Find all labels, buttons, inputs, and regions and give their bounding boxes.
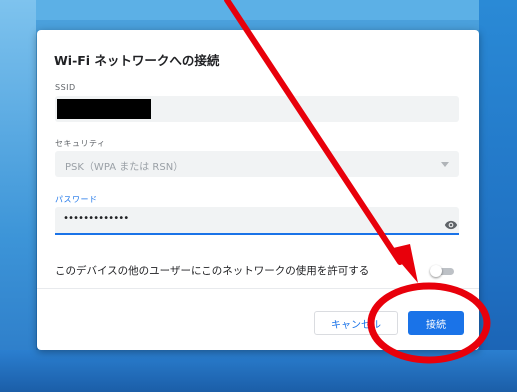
security-label: セキュリティ (55, 139, 106, 148)
connect-button[interactable]: 接続 (408, 311, 464, 335)
dialog-title: Wi-Fi ネットワークへの接続 (54, 53, 220, 68)
ssid-field[interactable] (55, 96, 459, 122)
password-value: ••••••••••••• (63, 213, 129, 224)
security-select[interactable]: PSK（WPA または RSN） (55, 151, 459, 177)
wallpaper-bottom (0, 350, 517, 392)
share-network-text: このデバイスの他のユーザーにこのネットワークの使用を許可する (55, 265, 370, 277)
ssid-redaction (57, 99, 151, 119)
wallpaper-right (479, 0, 517, 392)
eye-icon[interactable] (444, 218, 458, 232)
security-value: PSK（WPA または RSN） (65, 162, 184, 173)
password-label: パスワード (55, 195, 98, 204)
ssid-label: SSID (55, 83, 76, 92)
caret-down-icon (441, 162, 449, 167)
share-network-toggle[interactable] (430, 265, 456, 277)
toggle-knob (430, 265, 442, 277)
wallpaper-top (0, 0, 517, 20)
dialog-divider (37, 288, 479, 289)
wifi-connect-dialog: Wi-Fi ネットワークへの接続 SSID セキュリティ PSK（WPA または… (37, 30, 479, 350)
wallpaper-left (0, 0, 36, 392)
password-input[interactable]: ••••••••••••• (55, 207, 459, 235)
cancel-button[interactable]: キャンセル (314, 311, 398, 335)
